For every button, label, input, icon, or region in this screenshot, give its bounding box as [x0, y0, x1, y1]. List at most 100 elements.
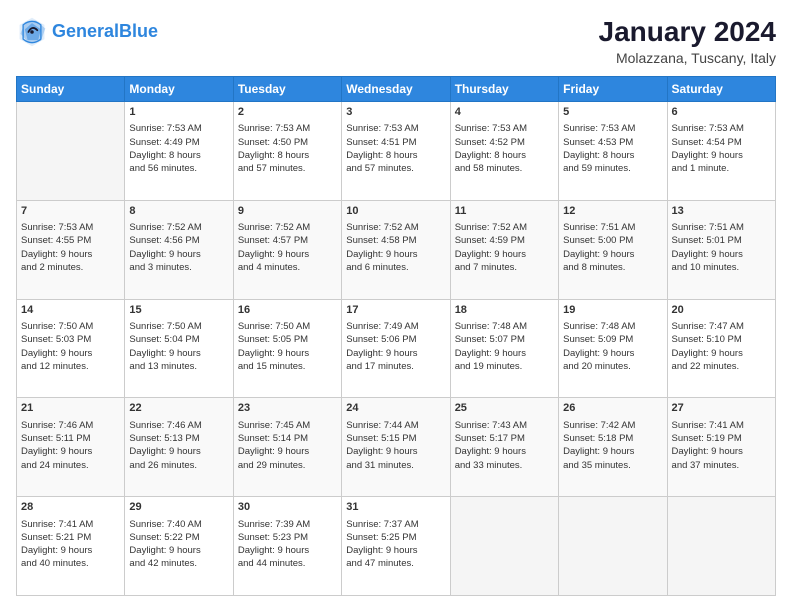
cell-content-line: and 20 minutes.	[563, 360, 662, 373]
cell-content-line: Daylight: 9 hours	[129, 347, 228, 360]
cell-content-line: Daylight: 9 hours	[455, 248, 554, 261]
cell-content-line: Daylight: 9 hours	[21, 445, 120, 458]
cell-content-line: and 58 minutes.	[455, 162, 554, 175]
cell-content-line: Daylight: 9 hours	[129, 544, 228, 557]
logo-icon	[16, 16, 48, 48]
page: GeneralBlue January 2024 Molazzana, Tusc…	[0, 0, 792, 612]
cell-content-line: Sunset: 4:49 PM	[129, 136, 228, 149]
cell-content-line: Daylight: 9 hours	[672, 445, 771, 458]
cell-content-line: Sunrise: 7:53 AM	[455, 122, 554, 135]
calendar-week-row: 7Sunrise: 7:53 AMSunset: 4:55 PMDaylight…	[17, 200, 776, 299]
calendar-cell: 19Sunrise: 7:48 AMSunset: 5:09 PMDayligh…	[559, 299, 667, 398]
cell-content-line: Sunset: 4:56 PM	[129, 234, 228, 247]
cell-content-line: Sunrise: 7:52 AM	[455, 221, 554, 234]
cell-content-line: Daylight: 9 hours	[672, 149, 771, 162]
cell-content-line: Sunset: 5:07 PM	[455, 333, 554, 346]
calendar-cell: 11Sunrise: 7:52 AMSunset: 4:59 PMDayligh…	[450, 200, 558, 299]
calendar-cell	[667, 497, 775, 596]
cell-content-line: and 12 minutes.	[21, 360, 120, 373]
cell-content-line: Sunset: 4:50 PM	[238, 136, 337, 149]
cell-content-line: Sunrise: 7:50 AM	[129, 320, 228, 333]
cell-content-line: Sunset: 5:00 PM	[563, 234, 662, 247]
weekday-header: Tuesday	[233, 77, 341, 102]
calendar-week-row: 14Sunrise: 7:50 AMSunset: 5:03 PMDayligh…	[17, 299, 776, 398]
calendar-cell: 1Sunrise: 7:53 AMSunset: 4:49 PMDaylight…	[125, 102, 233, 201]
calendar-cell: 16Sunrise: 7:50 AMSunset: 5:05 PMDayligh…	[233, 299, 341, 398]
cell-content-line: Sunset: 5:14 PM	[238, 432, 337, 445]
weekday-header: Sunday	[17, 77, 125, 102]
calendar-cell: 13Sunrise: 7:51 AMSunset: 5:01 PMDayligh…	[667, 200, 775, 299]
cell-content-line: and 47 minutes.	[346, 557, 445, 570]
calendar-table: SundayMondayTuesdayWednesdayThursdayFrid…	[16, 76, 776, 596]
cell-content-line: and 8 minutes.	[563, 261, 662, 274]
calendar-cell: 28Sunrise: 7:41 AMSunset: 5:21 PMDayligh…	[17, 497, 125, 596]
calendar-cell: 27Sunrise: 7:41 AMSunset: 5:19 PMDayligh…	[667, 398, 775, 497]
cell-content-line: Daylight: 9 hours	[238, 347, 337, 360]
cell-content-line: and 22 minutes.	[672, 360, 771, 373]
weekday-header: Monday	[125, 77, 233, 102]
cell-content-line: Daylight: 8 hours	[238, 149, 337, 162]
calendar-cell: 4Sunrise: 7:53 AMSunset: 4:52 PMDaylight…	[450, 102, 558, 201]
weekday-header: Friday	[559, 77, 667, 102]
cell-content-line: Sunrise: 7:48 AM	[563, 320, 662, 333]
logo-text: GeneralBlue	[52, 22, 158, 42]
cell-content-line: Sunrise: 7:41 AM	[21, 518, 120, 531]
calendar-cell: 3Sunrise: 7:53 AMSunset: 4:51 PMDaylight…	[342, 102, 450, 201]
cell-content-line: and 29 minutes.	[238, 459, 337, 472]
header: GeneralBlue January 2024 Molazzana, Tusc…	[16, 16, 776, 66]
title-block: January 2024 Molazzana, Tuscany, Italy	[599, 16, 776, 66]
cell-content-line: Sunset: 4:51 PM	[346, 136, 445, 149]
weekday-header: Wednesday	[342, 77, 450, 102]
day-number: 17	[346, 303, 445, 318]
calendar-cell: 25Sunrise: 7:43 AMSunset: 5:17 PMDayligh…	[450, 398, 558, 497]
cell-content-line: Sunset: 4:54 PM	[672, 136, 771, 149]
cell-content-line: and 3 minutes.	[129, 261, 228, 274]
cell-content-line: Sunset: 5:23 PM	[238, 531, 337, 544]
cell-content-line: Sunrise: 7:51 AM	[563, 221, 662, 234]
cell-content-line: Sunrise: 7:44 AM	[346, 419, 445, 432]
day-number: 23	[238, 401, 337, 416]
calendar-cell: 7Sunrise: 7:53 AMSunset: 4:55 PMDaylight…	[17, 200, 125, 299]
calendar-cell: 20Sunrise: 7:47 AMSunset: 5:10 PMDayligh…	[667, 299, 775, 398]
cell-content-line: and 37 minutes.	[672, 459, 771, 472]
calendar-cell: 6 Sunrise: 7:53 AMSunset: 4:54 PMDaylight…	[667, 102, 775, 201]
calendar-cell: 29Sunrise: 7:40 AMSunset: 5:22 PMDayligh…	[125, 497, 233, 596]
cell-content-line: Sunrise: 7:50 AM	[21, 320, 120, 333]
calendar-cell: 12Sunrise: 7:51 AMSunset: 5:00 PMDayligh…	[559, 200, 667, 299]
day-number: 6	[672, 105, 771, 120]
calendar-cell: 22Sunrise: 7:46 AMSunset: 5:13 PMDayligh…	[125, 398, 233, 497]
cell-content-line: Sunrise: 7:52 AM	[238, 221, 337, 234]
calendar-cell: 26Sunrise: 7:42 AMSunset: 5:18 PMDayligh…	[559, 398, 667, 497]
cell-content-line: Sunrise: 7:53 AM	[346, 122, 445, 135]
day-number: 3	[346, 105, 445, 120]
cell-content-line: Sunset: 5:22 PM	[129, 531, 228, 544]
cell-content-line: Sunrise: 7:39 AM	[238, 518, 337, 531]
day-number: 7	[21, 204, 120, 219]
day-number: 13	[672, 204, 771, 219]
day-number: 29	[129, 500, 228, 515]
cell-content-line: and 19 minutes.	[455, 360, 554, 373]
cell-content-line: and 57 minutes.	[238, 162, 337, 175]
cell-content-line: Sunset: 5:19 PM	[672, 432, 771, 445]
day-number: 1	[129, 105, 228, 120]
calendar-cell	[450, 497, 558, 596]
day-number: 22	[129, 401, 228, 416]
cell-content-line: Sunrise: 7:53 AM	[238, 122, 337, 135]
cell-content-line: Sunrise: 7:53 AM	[672, 122, 771, 135]
cell-content-line: Sunset: 5:10 PM	[672, 333, 771, 346]
cell-content-line: Sunrise: 7:46 AM	[129, 419, 228, 432]
weekday-header: Saturday	[667, 77, 775, 102]
day-number: 18	[455, 303, 554, 318]
weekday-header: Thursday	[450, 77, 558, 102]
cell-content-line: Daylight: 9 hours	[346, 445, 445, 458]
cell-content-line: and 2 minutes.	[21, 261, 120, 274]
cell-content-line: Sunset: 5:05 PM	[238, 333, 337, 346]
calendar-week-row: 28Sunrise: 7:41 AMSunset: 5:21 PMDayligh…	[17, 497, 776, 596]
cell-content-line: Sunrise: 7:53 AM	[563, 122, 662, 135]
day-number: 9	[238, 204, 337, 219]
cell-content-line: Sunset: 5:21 PM	[21, 531, 120, 544]
month-year: January 2024	[599, 16, 776, 48]
cell-content-line: Daylight: 9 hours	[238, 445, 337, 458]
cell-content-line: Sunrise: 7:37 AM	[346, 518, 445, 531]
cell-content-line: Sunrise: 7:50 AM	[238, 320, 337, 333]
